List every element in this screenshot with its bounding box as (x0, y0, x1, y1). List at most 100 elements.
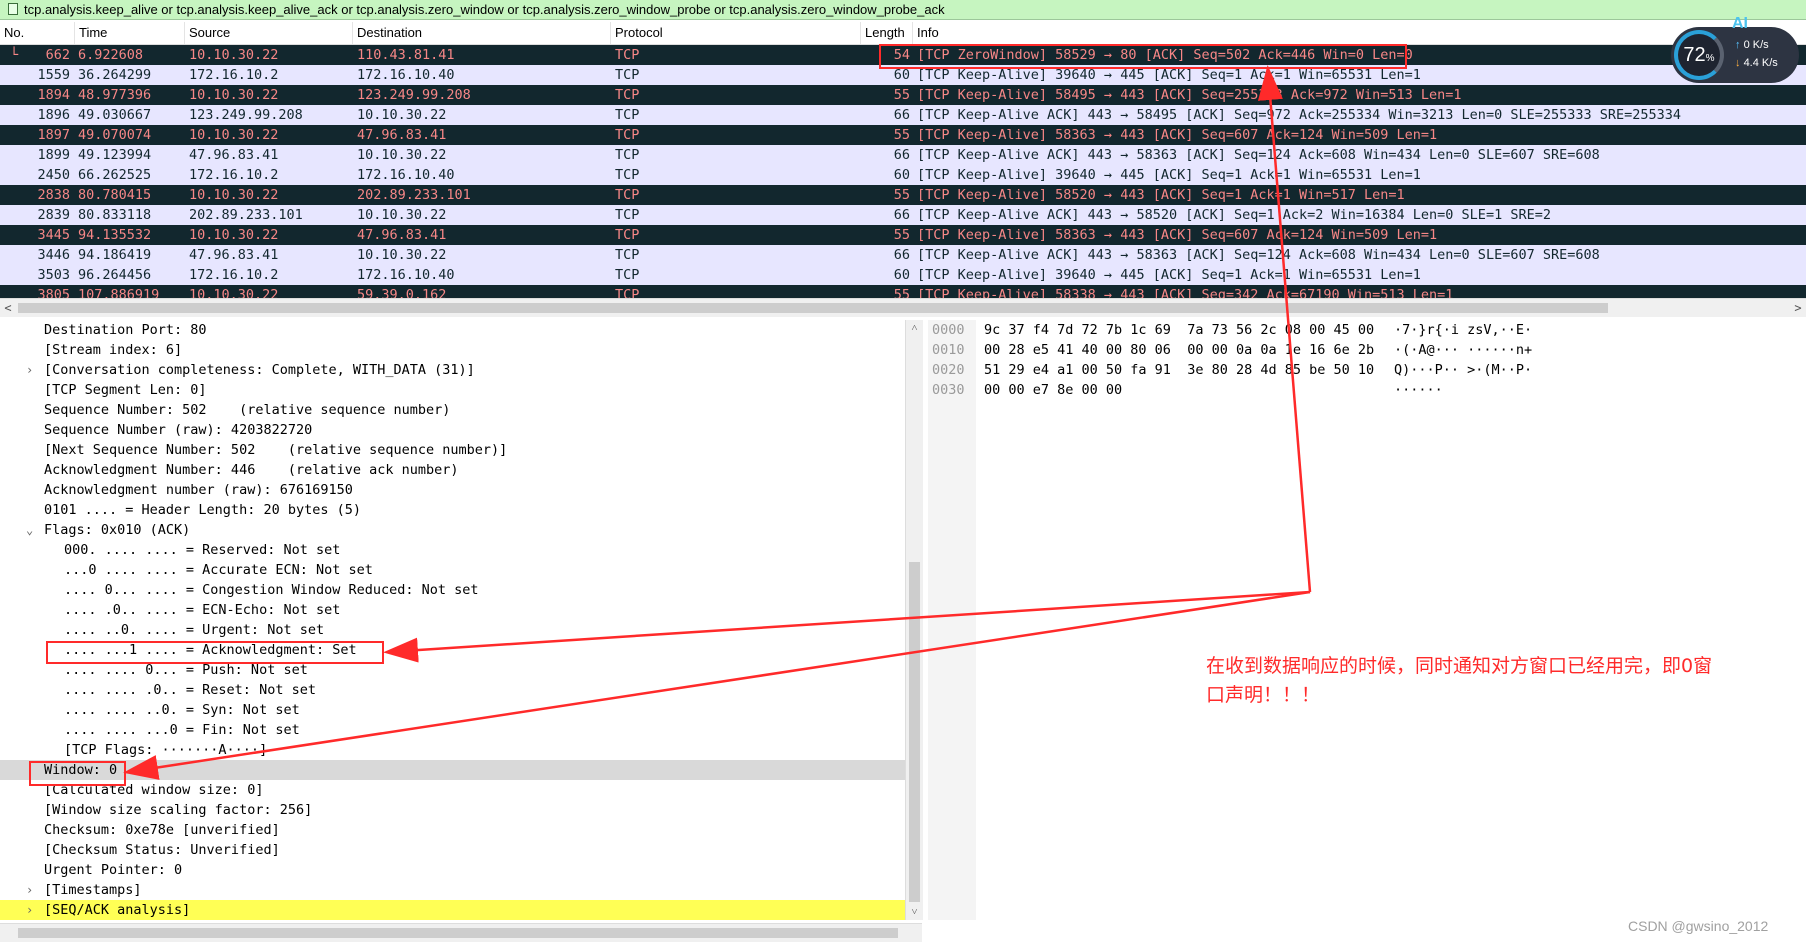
detail-tree-item[interactable]: .... .0.. .... = ECN-Echo: Not set (0, 600, 905, 620)
display-filter-bar[interactable]: tcp.analysis.keep_alive or tcp.analysis.… (0, 0, 1806, 20)
detail-tree-item[interactable]: .... .... ..0. = Syn: Not set (0, 700, 905, 720)
packet-row[interactable]: 3503 96.264456 172.16.10.2 172.16.10.40 TCP 6… (0, 265, 1806, 285)
packet-row[interactable]: 1896 49.030667 123.249.99.208 10.10.30.22 TC… (0, 105, 1806, 125)
detail-tree-item[interactable]: Sequence Number (raw): 4203822720 (0, 420, 905, 440)
packet-time: 48.977396 (78, 87, 152, 103)
packet-source: 10.10.30.22 (189, 287, 279, 298)
detail-tree-item[interactable]: .... ..0. .... = Urgent: Not set (0, 620, 905, 640)
scroll-right-icon[interactable]: > (1790, 299, 1806, 317)
detail-tree-item[interactable]: ...0 .... .... = Accurate ECN: Not set (0, 560, 905, 580)
packet-protocol: TCP (615, 67, 640, 83)
scrollbar-thumb[interactable] (18, 303, 1608, 313)
detail-tree-item[interactable]: [Calculated window size: 0] (0, 780, 905, 800)
hex-row[interactable]: 0000 9c 37 f4 7d 72 7b 1c 69 7a 73 56 2c … (928, 320, 1806, 340)
hex-row[interactable]: 0020 51 29 e4 a1 00 50 fa 91 3e 80 28 4d … (928, 360, 1806, 380)
detail-tree-item[interactable]: 0101 .... = Header Length: 20 bytes (5) (0, 500, 905, 520)
window-field-highlight (29, 761, 126, 786)
detail-text: [SEQ/ACK analysis] (44, 902, 191, 918)
packet-protocol: TCP (615, 207, 640, 223)
detail-text: 0101 .... = Header Length: 20 bytes (5) (44, 502, 361, 518)
packet-length: 55 (893, 227, 910, 243)
detail-tree-item[interactable]: Destination Port: 80 (0, 320, 905, 340)
packet-no: 1899 (37, 147, 70, 163)
packet-destination: 202.89.233.101 (357, 187, 471, 203)
scroll-up-icon[interactable]: ˄ (906, 320, 923, 336)
detail-tree-item[interactable]: › [Conversation completeness: Complete, W… (0, 360, 905, 380)
filter-bookmark-icon[interactable] (8, 3, 18, 15)
detail-tree-item[interactable]: ⌄ Flags: 0x010 (ACK) (0, 520, 905, 540)
scroll-left-icon[interactable]: < (0, 299, 16, 317)
column-header-source[interactable]: Source (185, 22, 353, 44)
column-header-no[interactable]: No. (0, 22, 75, 44)
packet-row[interactable]: 1899 49.123994 47.96.83.41 10.10.30.22 TCP 66… (0, 145, 1806, 165)
detail-tree-item[interactable]: Acknowledgment number (raw): 676169150 (0, 480, 905, 500)
packet-list-horizontal-scrollbar[interactable]: < > (0, 298, 1806, 317)
hex-row[interactable]: 0010 00 28 e5 41 40 00 80 06 00 00 0a 0a … (928, 340, 1806, 360)
detail-text: .... .... ...0 = Fin: Not set (64, 722, 300, 738)
details-vertical-scrollbar[interactable]: ˄ ˅ (905, 320, 923, 920)
column-header-info[interactable]: Info (913, 22, 1806, 44)
detail-tree-item[interactable]: 000. .... .... = Reserved: Not set (0, 540, 905, 560)
packet-info: [TCP Keep-Alive] 58363 → 443 [ACK] Seq=6… (917, 127, 1438, 143)
detail-tree-item[interactable]: › [SEQ/ACK analysis] (0, 900, 905, 920)
detail-tree-item[interactable]: Acknowledgment Number: 446 (relative ack… (0, 460, 905, 480)
packet-destination: 10.10.30.22 (357, 207, 447, 223)
packet-destination: 123.249.99.208 (357, 87, 471, 103)
hex-row[interactable]: 0030 00 00 e7 8e 00 00 ······ (928, 380, 1806, 400)
download-speed: ↓ 4.4 K/s (1735, 57, 1778, 69)
column-header-protocol[interactable]: Protocol (611, 22, 861, 44)
packet-length: 55 (893, 287, 910, 298)
hex-bytes: 00 00 e7 8e 00 00 (984, 382, 1123, 398)
packet-row[interactable]: 3446 94.186419 47.96.83.41 10.10.30.22 TCP 66… (0, 245, 1806, 265)
packet-row[interactable]: 1897 49.070074 10.10.30.22 47.96.83.41 TCP 55… (0, 125, 1806, 145)
collapsed-chevron-icon[interactable]: › (26, 360, 38, 380)
hex-ascii: Q)···P·· >·(M··P· (1394, 362, 1533, 378)
packet-info: [TCP Keep-Alive ACK] 443 → 58520 [ACK] S… (917, 207, 1551, 223)
collapsed-chevron-icon[interactable]: › (26, 900, 38, 920)
scrollbar-thumb[interactable] (909, 562, 920, 902)
packet-source: 172.16.10.2 (189, 267, 279, 283)
column-header-length[interactable]: Length (861, 22, 913, 44)
detail-tree-item[interactable]: › [Timestamps] (0, 880, 905, 900)
hex-bytes: 00 28 e5 41 40 00 80 06 00 00 0a 0a 1e 1… (984, 342, 1375, 358)
detail-text: .... .... .0.. = Reset: Not set (64, 682, 316, 698)
detail-text: .... .0.. .... = ECN-Echo: Not set (64, 602, 341, 618)
scroll-down-icon[interactable]: ˅ (906, 904, 923, 920)
packet-protocol: TCP (615, 247, 640, 263)
column-header-destination[interactable]: Destination (353, 22, 611, 44)
detail-tree-item[interactable]: [Checksum Status: Unverified] (0, 840, 905, 860)
packet-destination: 110.43.81.41 (357, 47, 455, 63)
detail-tree-item[interactable]: Window: 0 (0, 760, 905, 780)
detail-tree-item[interactable]: .... 0... .... = Congestion Window Reduc… (0, 580, 905, 600)
detail-tree-item[interactable]: [Stream index: 6] (0, 340, 905, 360)
packet-length: 66 (893, 107, 910, 123)
packet-row[interactable]: 1894 48.977396 10.10.30.22 123.249.99.208 TC… (0, 85, 1806, 105)
detail-tree-item[interactable]: [TCP Flags: ·······A····] (0, 740, 905, 760)
packet-row[interactable]: 3805 107.886919 10.10.30.22 59.39.0.162 TCP 5… (0, 285, 1806, 298)
detail-tree-item[interactable]: [Window size scaling factor: 256] (0, 800, 905, 820)
zerowindow-info-highlight (879, 44, 1407, 69)
packet-destination: 10.10.30.22 (357, 107, 447, 123)
expanded-chevron-icon[interactable]: ⌄ (26, 520, 38, 540)
detail-tree-item[interactable]: Sequence Number: 502 (relative sequence … (0, 400, 905, 420)
packet-destination: 10.10.30.22 (357, 247, 447, 263)
packet-row[interactable]: 3445 94.135532 10.10.30.22 47.96.83.41 TCP 55… (0, 225, 1806, 245)
detail-tree-item[interactable]: [TCP Segment Len: 0] (0, 380, 905, 400)
details-horizontal-scrollbar[interactable] (0, 923, 922, 942)
detail-tree-item[interactable]: .... .... .0.. = Reset: Not set (0, 680, 905, 700)
packet-info: [TCP Keep-Alive] 39640 → 445 [ACK] Seq=1… (917, 267, 1421, 283)
detail-tree-item[interactable]: [Next Sequence Number: 502 (relative seq… (0, 440, 905, 460)
packet-row[interactable]: 2450 66.262525 172.16.10.2 172.16.10.40 TCP 6… (0, 165, 1806, 185)
collapsed-chevron-icon[interactable]: › (26, 880, 38, 900)
detail-tree-item[interactable]: Checksum: 0xe78e [unverified] (0, 820, 905, 840)
detail-tree-item[interactable]: Urgent Pointer: 0 (0, 860, 905, 880)
column-header-time[interactable]: Time (75, 22, 185, 44)
scrollbar-thumb[interactable] (18, 928, 898, 938)
packet-length: 55 (893, 87, 910, 103)
packet-protocol: TCP (615, 127, 640, 143)
packet-row[interactable]: 2838 80.780415 10.10.30.22 202.89.233.101 TC… (0, 185, 1806, 205)
packet-row[interactable]: 2839 80.833118 202.89.233.101 10.10.30.22 TC… (0, 205, 1806, 225)
display-filter-input[interactable]: tcp.analysis.keep_alive or tcp.analysis.… (24, 2, 945, 17)
packet-source: 10.10.30.22 (189, 87, 279, 103)
detail-tree-item[interactable]: .... .... ...0 = Fin: Not set (0, 720, 905, 740)
